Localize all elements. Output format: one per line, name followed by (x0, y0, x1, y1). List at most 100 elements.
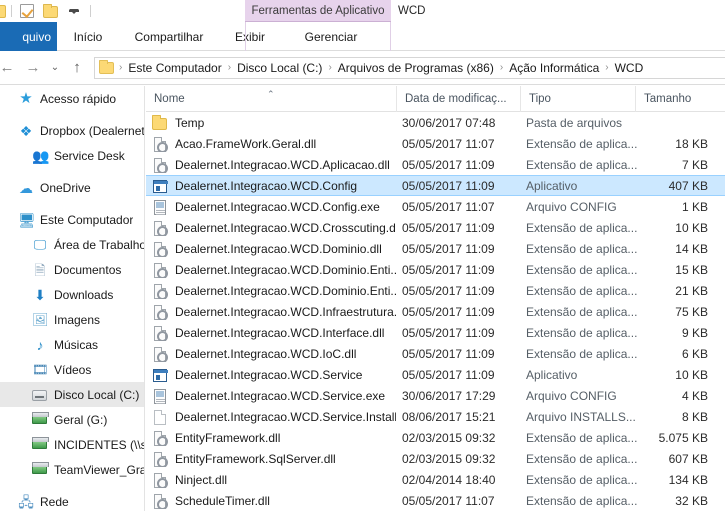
cell-nome[interactable]: ScheduleTimer.dll (152, 493, 270, 509)
sidebar-item-teamviewer-gravac[interactable]: TeamViewer_Gravac (0, 457, 144, 482)
cell-nome[interactable]: Dealernet.Integracao.WCD.Service (152, 367, 362, 383)
sidebar-item-onedrive[interactable]: ☁ OneDrive (0, 175, 144, 200)
file-list[interactable]: Temp 30/06/2017 07:48 Pasta de arquivos Aca… (146, 112, 725, 511)
sidebar-item-rede[interactable]: 🖧 Rede (0, 489, 144, 511)
dll-file-icon (152, 157, 168, 173)
file-name-label: Temp (175, 115, 205, 130)
file-list-row[interactable]: Dealernet.Integracao.WCD.Service.Install… (146, 406, 725, 427)
sidebar-item-incidentes-srvn[interactable]: INCIDENTES (\\srvn (0, 432, 144, 457)
tab-arquivo[interactable]: quivo (0, 22, 57, 51)
breadcrumb-folder-icon[interactable] (99, 59, 114, 74)
column-tipo[interactable]: Tipo (520, 86, 635, 112)
file-name-label: Dealernet.Integracao.WCD.Service (175, 367, 363, 382)
cell-data-modificacao: 02/04/2014 18:40 (402, 472, 496, 487)
forward-button-icon[interactable]: → (20, 55, 46, 81)
file-list-row[interactable]: Dealernet.Integracao.WCD.Crosscuting.dll… (146, 217, 725, 238)
quick-access-toolbar (0, 0, 96, 22)
breadcrumb[interactable]: › Este Computador › Disco Local (C:) › A… (94, 56, 725, 79)
file-name-label: Dealernet.Integracao.WCD.Infraestrutura.… (175, 304, 396, 319)
sidebar-item-geral-g[interactable]: Geral (G:) (0, 407, 144, 432)
cell-nome[interactable]: EntityFramework.dll (152, 430, 280, 446)
network-drive-icon-shape (32, 461, 49, 474)
file-list-row[interactable]: Acao.FrameWork.Geral.dll 05/05/2017 11:07… (146, 133, 725, 154)
cell-nome[interactable]: Dealernet.Integracao.WCD.Infraestrutura.… (152, 304, 396, 320)
file-list-row[interactable]: Dealernet.Integracao.WCD.Infraestrutura.… (146, 301, 725, 322)
sidebar-item-service-desk[interactable]: 👥 Service Desk (0, 143, 144, 168)
sidebar-item-rea-de-trabalho[interactable]: 🖵 Área de Trabalho (0, 232, 144, 257)
tab-gerenciar[interactable]: Gerenciar (281, 22, 381, 51)
cell-nome[interactable]: Ninject.dll (152, 472, 227, 488)
sidebar-item-m-sicas[interactable]: ♪ Músicas (0, 332, 144, 357)
cell-nome[interactable]: Dealernet.Integracao.WCD.Dominio.Enti... (152, 262, 396, 278)
sidebar-item-acesso-r-pido[interactable]: ★ Acesso rápido (0, 86, 144, 111)
column-header-row[interactable]: Nome ⌃ Data de modificaç... Tipo Tamanho (146, 86, 725, 112)
cell-nome[interactable]: EntityFramework.SqlServer.dll (152, 451, 336, 467)
file-list-row[interactable]: EntityFramework.dll 02/03/2015 09:32 Exten… (146, 427, 725, 448)
file-list-pane[interactable]: Nome ⌃ Data de modificaç... Tipo Tamanho Tem… (146, 86, 725, 511)
cell-nome[interactable]: Dealernet.Integracao.WCD.Dominio.dll (152, 241, 382, 257)
cell-nome[interactable]: Temp (152, 115, 204, 131)
application-icon (152, 367, 168, 383)
customize-qat-caret-icon[interactable] (66, 3, 82, 19)
file-list-row[interactable]: Temp 30/06/2017 07:48 Pasta de arquivos (146, 112, 725, 133)
dll-file-icon-shape (154, 472, 168, 488)
file-list-row[interactable]: EntityFramework.SqlServer.dll 02/03/2015 … (146, 448, 725, 469)
back-button-icon[interactable]: ← (0, 55, 20, 81)
file-list-row[interactable]: Dealernet.Integracao.WCD.Dominio.dll 05/0… (146, 238, 725, 259)
sidebar-item-imagens[interactable]: 🖼 Imagens (0, 307, 144, 332)
tab-exibir[interactable]: Exibir (219, 22, 281, 51)
sidebar-item-documentos[interactable]: 🗎 Documentos (0, 257, 144, 282)
cell-nome[interactable]: Dealernet.Integracao.WCD.Config (152, 178, 357, 194)
sidebar-item-disco-local-c[interactable]: Disco Local (C:) (0, 382, 144, 407)
recent-locations-icon[interactable]: ⌄ (46, 55, 64, 81)
cell-nome[interactable]: Dealernet.Integracao.WCD.Service.exe (152, 388, 385, 404)
file-list-row[interactable]: Dealernet.Integracao.WCD.Interface.dll 05… (146, 322, 725, 343)
column-data-modificacao[interactable]: Data de modificaç... (396, 86, 520, 112)
cell-nome[interactable]: Dealernet.Integracao.WCD.Interface.dll (152, 325, 384, 341)
file-list-row[interactable]: Dealernet.Integracao.WCD.Config 05/05/201… (146, 175, 725, 196)
cell-nome[interactable]: Dealernet.Integracao.WCD.Dominio.Enti... (152, 283, 396, 299)
cell-nome[interactable]: Dealernet.Integracao.WCD.Service.Install… (152, 409, 396, 425)
cell-nome[interactable]: Dealernet.Integracao.WCD.Config.exe (152, 199, 380, 215)
dll-file-icon-shape (154, 241, 168, 257)
breadcrumb-item-disco-local[interactable]: Disco Local (C:) (234, 61, 325, 75)
sidebar-item-label: Músicas (54, 337, 99, 352)
file-name-label: EntityFramework.SqlServer.dll (175, 451, 336, 466)
file-list-row[interactable]: Dealernet.Integracao.WCD.Service 05/05/20… (146, 364, 725, 385)
cell-nome[interactable]: Dealernet.Integracao.WCD.Aplicacao.dll (152, 157, 390, 173)
breadcrumb-item-wcd[interactable]: WCD (612, 61, 647, 75)
folder-partial-icon[interactable] (0, 4, 6, 18)
sidebar-item-downloads[interactable]: ⬇ Downloads (0, 282, 144, 307)
sidebar-item-este-computador[interactable]: 🖥 Este Computador (0, 207, 144, 232)
cell-nome[interactable]: Dealernet.Integracao.WCD.Crosscuting.dll (152, 220, 396, 236)
navigation-pane[interactable]: ★ Acesso rápido ❖ Dropbox (Dealernet) 👥 Servi… (0, 86, 145, 511)
file-list-row[interactable]: Dealernet.Integracao.WCD.Service.exe 30/0… (146, 385, 725, 406)
new-folder-icon[interactable] (43, 3, 59, 19)
up-button-icon[interactable]: ↑ (64, 55, 90, 81)
cell-data-modificacao: 02/03/2015 09:32 (402, 430, 496, 445)
sidebar-item-dropbox-dealernet[interactable]: ❖ Dropbox (Dealernet) (0, 118, 144, 143)
dll-file-icon-shape (154, 220, 168, 236)
tab-inicio[interactable]: Início (57, 22, 119, 51)
cell-tamanho: 32 KB (675, 493, 708, 508)
file-list-row[interactable]: Dealernet.Integracao.WCD.Dominio.Enti...… (146, 280, 725, 301)
column-tamanho[interactable]: Tamanho (635, 86, 715, 112)
sidebar-item-v-deos[interactable]: 🎞 Vídeos (0, 357, 144, 382)
file-list-row[interactable]: Dealernet.Integracao.WCD.IoC.dll 05/05/20… (146, 343, 725, 364)
file-name-label: Dealernet.Integracao.WCD.Dominio.Enti... (175, 262, 396, 277)
tab-compartilhar[interactable]: Compartilhar (119, 22, 219, 51)
file-list-row[interactable]: Dealernet.Integracao.WCD.Dominio.Enti...… (146, 259, 725, 280)
breadcrumb-sep-1: › (227, 62, 232, 73)
cell-nome[interactable]: Dealernet.Integracao.WCD.IoC.dll (152, 346, 356, 362)
properties-checkbox-icon[interactable] (20, 3, 36, 19)
breadcrumb-sep-2: › (328, 62, 332, 73)
file-list-row[interactable]: Dealernet.Integracao.WCD.Config.exe 05/05… (146, 196, 725, 217)
breadcrumb-item-acao-informatica[interactable]: Ação Informática (506, 61, 602, 75)
file-list-row[interactable]: Dealernet.Integracao.WCD.Aplicacao.dll 05… (146, 154, 725, 175)
file-list-row[interactable]: Ninject.dll 02/04/2014 18:40 Extensão de a… (146, 469, 725, 490)
cell-nome[interactable]: Acao.FrameWork.Geral.dll (152, 136, 316, 152)
breadcrumb-item-arquivos-de-programas[interactable]: Arquivos de Programas (x86) (335, 61, 497, 75)
file-list-row[interactable]: ScheduleTimer.dll 05/05/2017 11:07 Extensã… (146, 490, 725, 511)
desktop-icon: 🖵 (33, 236, 47, 252)
breadcrumb-item-este-computador[interactable]: Este Computador (125, 61, 224, 75)
